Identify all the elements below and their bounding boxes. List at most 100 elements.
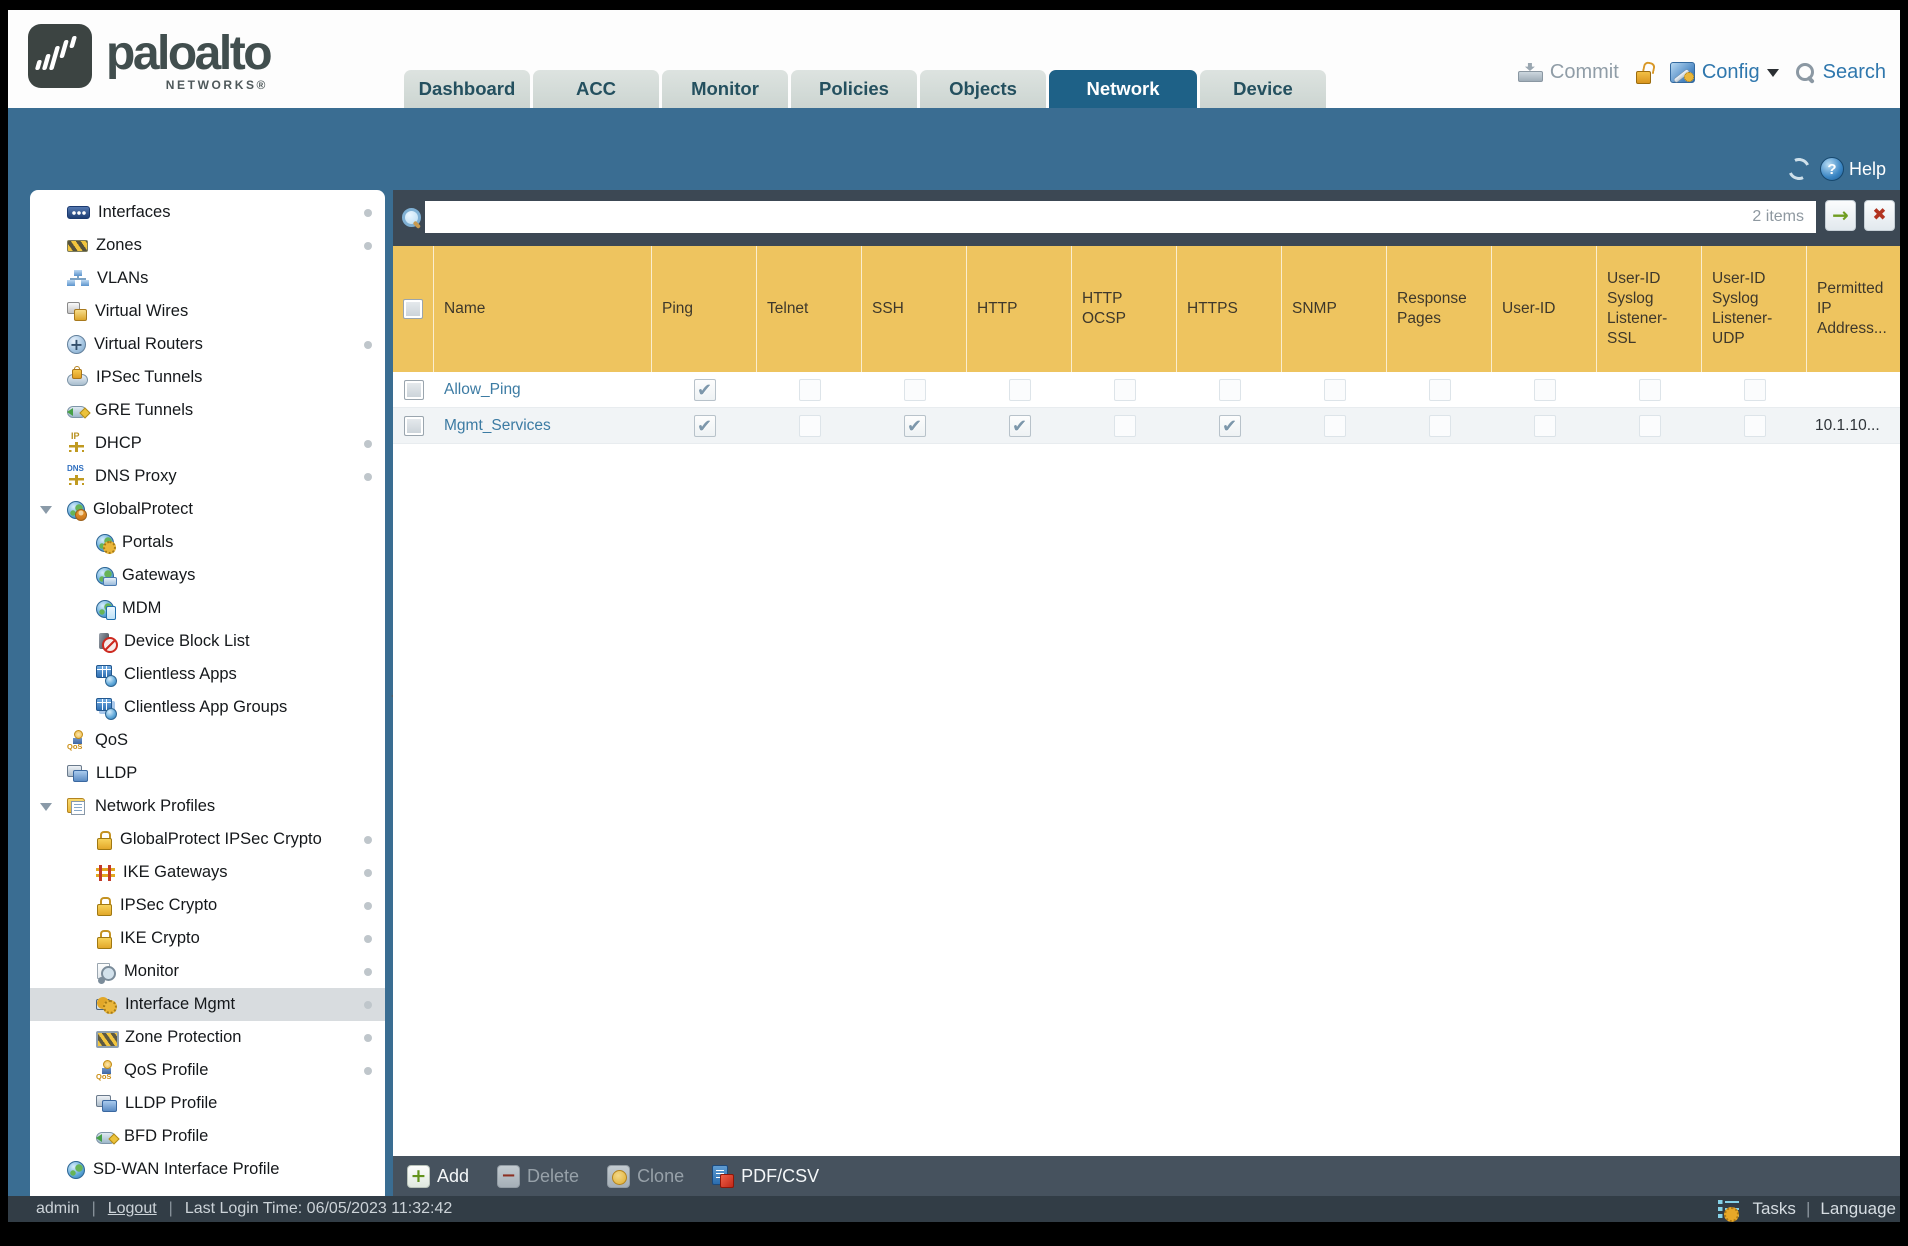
sidebar-item-device-block-list[interactable]: Device Block List <box>30 625 385 658</box>
clear-filter-button[interactable] <box>1864 200 1895 231</box>
check-telnet[interactable] <box>798 414 821 437</box>
check-http[interactable] <box>1008 414 1031 437</box>
lock-icon[interactable] <box>1635 62 1654 84</box>
col-header-telnet[interactable]: Telnet <box>757 246 862 372</box>
check-ping[interactable] <box>693 414 716 437</box>
row-name-link[interactable]: Allow_Ping <box>444 381 521 399</box>
sidebar-item-globalprotect[interactable]: GlobalProtect <box>30 493 385 526</box>
tab-network[interactable]: Network <box>1049 70 1197 108</box>
table-filter-input[interactable] <box>425 201 1816 233</box>
pdf-csv-button[interactable]: PDF/CSV <box>712 1164 819 1188</box>
col-header-snmp[interactable]: SNMP <box>1282 246 1387 372</box>
table-row[interactable]: Allow_Ping <box>393 372 1900 408</box>
clone-button[interactable]: Clone <box>607 1164 684 1188</box>
col-header-label: HTTPS <box>1187 299 1238 317</box>
sidebar-item-clientless-apps[interactable]: Clientless Apps <box>30 658 385 691</box>
sidebar-item-bfd-profile[interactable]: BFD Profile <box>30 1120 385 1153</box>
language-button[interactable]: Language <box>1820 1199 1896 1219</box>
select-row-checkbox[interactable] <box>403 379 424 400</box>
delete-button[interactable]: Delete <box>497 1164 579 1188</box>
check-snmp[interactable] <box>1323 378 1346 401</box>
sidebar-item-ipsec-tunnels[interactable]: IPSec Tunnels <box>30 361 385 394</box>
check-user-id[interactable] <box>1533 378 1556 401</box>
expand-arrow-icon[interactable] <box>40 803 52 817</box>
col-header-http-ocsp[interactable]: HTTP OCSP <box>1072 246 1177 372</box>
sidebar-item-interfaces[interactable]: Interfaces <box>30 196 385 229</box>
help-button[interactable]: Help <box>1819 157 1886 181</box>
row-name-link[interactable]: Mgmt_Services <box>444 417 551 435</box>
check-response-pages[interactable] <box>1428 378 1451 401</box>
sidebar-item-gre-tunnels[interactable]: GRE Tunnels <box>30 394 385 427</box>
sidebar-item-ipsec-crypto[interactable]: IPSec Crypto <box>30 889 385 922</box>
check-http-ocsp[interactable] <box>1113 414 1136 437</box>
check-ssh[interactable] <box>903 378 926 401</box>
sidebar-item-virtual-wires[interactable]: Virtual Wires <box>30 295 385 328</box>
check-telnet[interactable] <box>798 378 821 401</box>
tasks-button[interactable]: Tasks <box>1752 1199 1795 1219</box>
tab-policies[interactable]: Policies <box>791 70 917 108</box>
sidebar-item-ike-crypto[interactable]: IKE Crypto <box>30 922 385 955</box>
sidebar-item-gateways[interactable]: Gateways <box>30 559 385 592</box>
col-header-http[interactable]: HTTP <box>967 246 1072 372</box>
tab-monitor[interactable]: Monitor <box>662 70 788 108</box>
table-search-icon[interactable] <box>400 206 422 228</box>
sidebar-item-qos-profile[interactable]: QoS Profile <box>30 1054 385 1087</box>
check-user-id-syslog-listener-ssl[interactable] <box>1638 414 1661 437</box>
tasks-icon[interactable] <box>1718 1199 1743 1222</box>
sidebar-item-portals[interactable]: Portals <box>30 526 385 559</box>
sidebar-item-lldp-profile[interactable]: LLDP Profile <box>30 1087 385 1120</box>
check-user-id-syslog-listener-udp[interactable] <box>1743 378 1766 401</box>
sidebar-item-clientless-app-groups[interactable]: Clientless App Groups <box>30 691 385 724</box>
tab-acc[interactable]: ACC <box>533 70 659 108</box>
table-row[interactable]: Mgmt_Services 10.1.10... <box>393 408 1900 444</box>
logout-link[interactable]: Logout <box>108 1200 157 1218</box>
check-http-ocsp[interactable] <box>1113 378 1136 401</box>
tab-objects[interactable]: Objects <box>920 70 1046 108</box>
sidebar-item-qos[interactable]: QoS <box>30 724 385 757</box>
sidebar-item-sd-wan-interface-profile[interactable]: SD-WAN Interface Profile <box>30 1153 385 1186</box>
sidebar-item-globalprotect-ipsec-crypto[interactable]: GlobalProtect IPSec Crypto <box>30 823 385 856</box>
sidebar-item-interface-mgmt[interactable]: Interface Mgmt <box>30 988 385 1021</box>
sidebar-item-virtual-routers[interactable]: Virtual Routers <box>30 328 385 361</box>
sidebar-item-dns-proxy[interactable]: DNS Proxy <box>30 460 385 493</box>
col-header-name[interactable]: Name <box>434 246 652 372</box>
tab-dashboard[interactable]: Dashboard <box>404 70 530 108</box>
select-all-checkbox[interactable] <box>403 299 423 319</box>
config-menu[interactable]: Config <box>1669 61 1779 84</box>
col-header-user-id[interactable]: User-ID <box>1492 246 1597 372</box>
col-header-ping[interactable]: Ping <box>652 246 757 372</box>
col-header-user-id-syslog-listener-ssl[interactable]: User-ID Syslog Listener-SSL <box>1597 246 1702 372</box>
sidebar-item-network-profiles[interactable]: Network Profiles <box>30 790 385 823</box>
refresh-icon[interactable] <box>1784 154 1814 184</box>
col-header-ssh[interactable]: SSH <box>862 246 967 372</box>
sidebar-item-vlans[interactable]: VLANs <box>30 262 385 295</box>
check-https[interactable] <box>1218 414 1241 437</box>
check-response-pages[interactable] <box>1428 414 1451 437</box>
col-header-response-pages[interactable]: Response Pages <box>1387 246 1492 372</box>
check-http[interactable] <box>1008 378 1031 401</box>
select-row-checkbox[interactable] <box>403 415 424 436</box>
check-ping[interactable] <box>693 378 716 401</box>
sidebar-item-lldp[interactable]: LLDP <box>30 757 385 790</box>
sidebar-item-zones[interactable]: Zones <box>30 229 385 262</box>
global-search-button[interactable]: Search <box>1795 61 1886 84</box>
add-button[interactable]: Add <box>407 1164 469 1188</box>
check-user-id-syslog-listener-udp[interactable] <box>1743 414 1766 437</box>
check-snmp[interactable] <box>1323 414 1346 437</box>
col-header-https[interactable]: HTTPS <box>1177 246 1282 372</box>
check-user-id[interactable] <box>1533 414 1556 437</box>
sidebar-item-monitor[interactable]: Monitor <box>30 955 385 988</box>
sidebar-item-ike-gateways[interactable]: IKE Gateways <box>30 856 385 889</box>
apply-filter-button[interactable] <box>1825 200 1856 231</box>
check-user-id-syslog-listener-ssl[interactable] <box>1638 378 1661 401</box>
col-header-permitted-ip-address[interactable]: Permitted IP Address... <box>1807 246 1900 372</box>
col-header-user-id-syslog-listener-udp[interactable]: User-ID Syslog Listener-UDP <box>1702 246 1807 372</box>
sidebar-item-zone-protection[interactable]: Zone Protection <box>30 1021 385 1054</box>
check-ssh[interactable] <box>903 414 926 437</box>
sidebar-item-dhcp[interactable]: DHCP <box>30 427 385 460</box>
check-https[interactable] <box>1218 378 1241 401</box>
sidebar-item-mdm[interactable]: MDM <box>30 592 385 625</box>
expand-arrow-icon[interactable] <box>40 506 52 520</box>
commit-button[interactable]: Commit <box>1517 61 1619 84</box>
tab-device[interactable]: Device <box>1200 70 1326 108</box>
